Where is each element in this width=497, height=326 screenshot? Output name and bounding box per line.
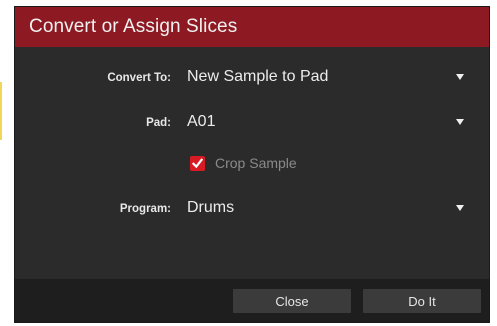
convert-to-value[interactable]: New Sample to Pad [187, 68, 328, 86]
close-button[interactable]: Close [233, 289, 351, 313]
chevron-down-icon[interactable] [456, 205, 464, 211]
crop-sample-option[interactable]: Crop Sample [190, 153, 297, 173]
do-it-button[interactable]: Do It [363, 289, 481, 313]
checkmark-icon [192, 157, 203, 168]
pad-dropdown[interactable]: Pad: A01 [15, 113, 489, 137]
dialog-titlebar: Convert or Assign Slices [15, 7, 489, 47]
program-value[interactable]: Drums [187, 199, 234, 217]
convert-to-dropdown[interactable]: Convert To: New Sample to Pad [15, 68, 489, 92]
chevron-down-icon[interactable] [456, 119, 464, 125]
convert-to-label: Convert To: [107, 72, 171, 84]
convert-assign-slices-dialog: Convert or Assign Slices Convert To: New… [14, 6, 490, 323]
pad-value[interactable]: A01 [187, 113, 215, 131]
crop-sample-label: Crop Sample [215, 155, 297, 171]
pad-label: Pad: [146, 117, 171, 129]
background-highlight [0, 82, 2, 140]
screen: Convert or Assign Slices Convert To: New… [0, 0, 497, 326]
program-label: Program: [119, 203, 171, 215]
crop-sample-checkbox[interactable] [190, 155, 205, 171]
dialog-footer: Close Do It [15, 279, 489, 322]
dialog-title: Convert or Assign Slices [29, 16, 238, 37]
chevron-down-icon[interactable] [456, 74, 464, 80]
program-dropdown[interactable]: Program: Drums [15, 199, 489, 223]
